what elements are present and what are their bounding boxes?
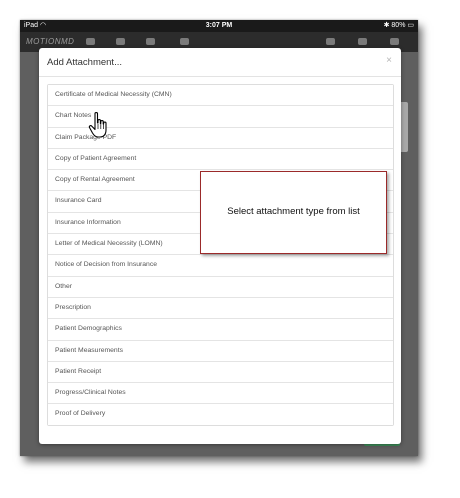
list-item-cmn[interactable]: Certificate of Medical Necessity (CMN) (48, 85, 393, 107)
list-item-patient-receipt[interactable]: Patient Receipt (48, 361, 393, 384)
close-icon[interactable]: × (386, 55, 392, 66)
list-item-progress-notes[interactable]: Progress/Clinical Notes (48, 383, 393, 405)
list-item-patient-measurements[interactable]: Patient Measurements (48, 340, 393, 362)
list-item-patient-agreement[interactable]: Copy of Patient Agreement (48, 148, 393, 171)
list-item-notice-of-decision[interactable]: Notice of Decision from Insurance (48, 255, 393, 277)
annotation-callout: Select attachment type from list (200, 171, 387, 254)
battery-icon: ▭ (407, 22, 414, 29)
list-item-prescription[interactable]: Prescription (48, 297, 393, 320)
card-icon[interactable] (146, 38, 155, 45)
bluetooth-icon: ✱ (383, 22, 390, 29)
menu-icon[interactable] (116, 38, 125, 45)
status-bar: iPad ◠ 3:07 PM ✱ 80% ▭ (20, 20, 418, 32)
clock: 3:07 PM (205, 22, 233, 29)
help-icon[interactable] (326, 38, 335, 45)
list-item-patient-demographics[interactable]: Patient Demographics (48, 319, 393, 341)
user-icon[interactable] (86, 38, 95, 45)
list-item-proof-of-delivery[interactable]: Proof of Delivery (48, 404, 393, 425)
account-icon[interactable] (390, 38, 399, 45)
globe-icon[interactable] (180, 38, 189, 45)
hand-pointer-icon (88, 111, 107, 138)
add-icon[interactable] (358, 38, 367, 45)
battery-status: ✱ 80% ▭ (384, 20, 414, 32)
battery-text: 80% (391, 22, 406, 29)
callout-text: Select attachment type from list (227, 206, 360, 217)
list-item-other[interactable]: Other (48, 276, 393, 298)
modal-title: Add Attachment... (47, 57, 122, 68)
modal-header: Add Attachment... × (39, 48, 401, 77)
